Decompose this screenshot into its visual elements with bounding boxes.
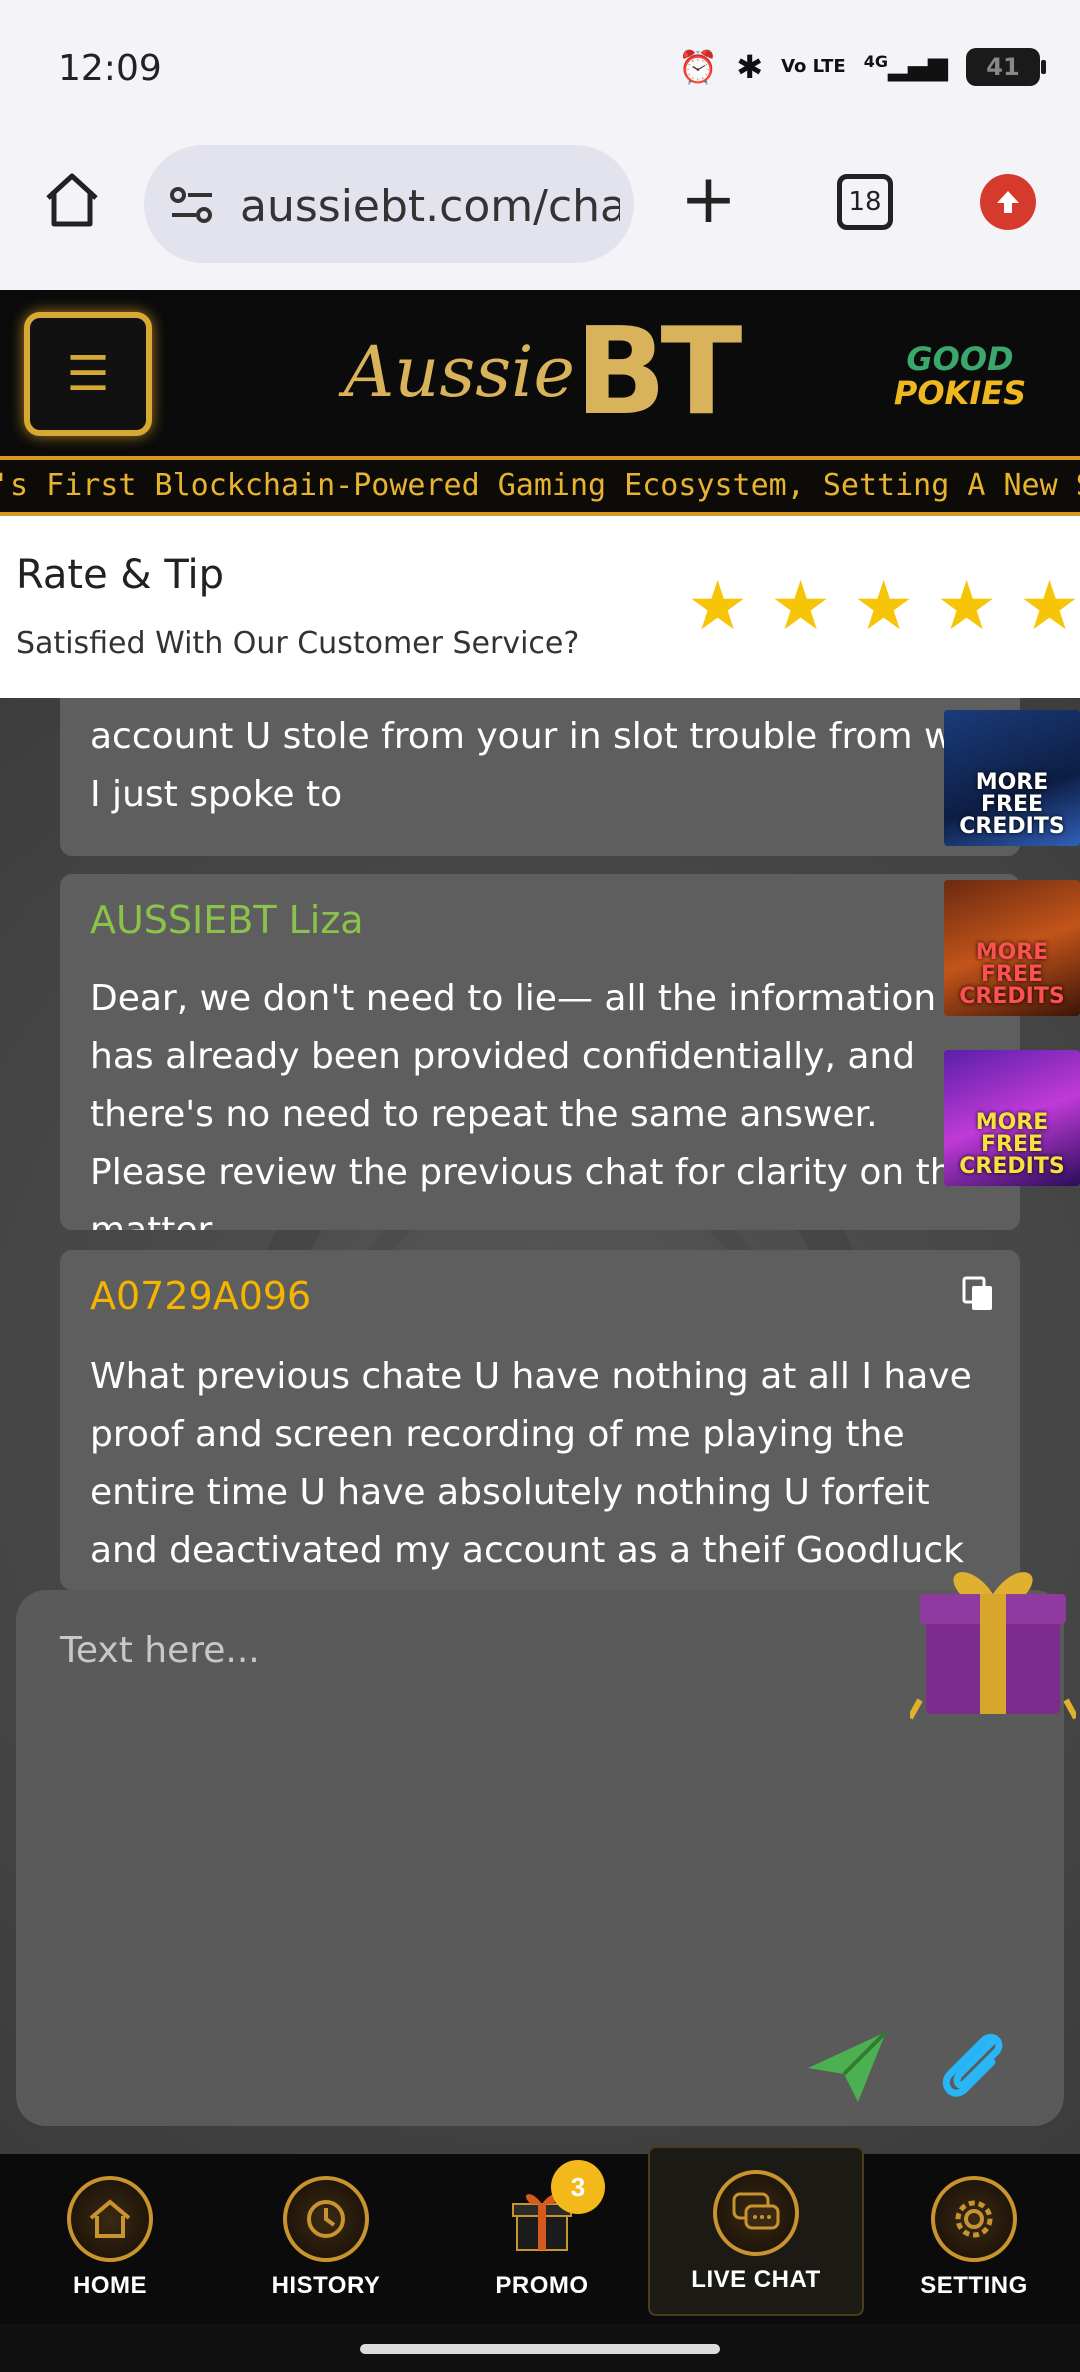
marquee-ticker: 's First Blockchain-Powered Gaming Ecosy… bbox=[0, 456, 1080, 516]
promo-thumbnail[interactable]: MORE FREE CREDITS bbox=[944, 880, 1080, 1016]
volte-icon: Vo LTE bbox=[781, 56, 846, 77]
star-icon[interactable]: ★ bbox=[770, 572, 831, 642]
nav-setting[interactable]: SETTING bbox=[866, 2154, 1080, 2324]
send-icon[interactable] bbox=[806, 2030, 888, 2104]
battery-icon: 41 bbox=[966, 48, 1046, 86]
nav-home[interactable]: HOME bbox=[2, 2154, 218, 2324]
url-text[interactable]: aussiebt.com/chat bbox=[240, 181, 620, 232]
chat-message: A0729A096 What previous chate U have not… bbox=[60, 1250, 1020, 1590]
message-body: Dear, we don't need to lie— all the info… bbox=[90, 978, 981, 1230]
rate-subtitle: Satisfied With Our Customer Service? bbox=[16, 626, 580, 661]
promo-thumbnail[interactable]: MORE FREE CREDITS bbox=[944, 1050, 1080, 1186]
browser-toolbar: aussiebt.com/chat + 18 bbox=[0, 130, 1080, 290]
input-placeholder: Text here... bbox=[60, 1630, 260, 1671]
gift-icon[interactable] bbox=[910, 1550, 1076, 1720]
nav-live-chat[interactable]: LIVE CHAT bbox=[648, 2146, 864, 2316]
promo-label: MORE FREE CREDITS bbox=[959, 770, 1065, 839]
partner-line2: POKIES bbox=[893, 374, 1027, 412]
partner-line1: GOOD bbox=[906, 340, 1014, 378]
promo-badge: 3 bbox=[551, 2160, 605, 2214]
star-rating[interactable]: ★ ★ ★ ★ ★ bbox=[687, 572, 1080, 642]
message-sender: A0729A096 bbox=[90, 1274, 312, 1318]
nav-promo-label: PROMO bbox=[495, 2272, 589, 2299]
nav-history-label: HISTORY bbox=[271, 2272, 381, 2299]
update-button[interactable] bbox=[980, 174, 1036, 230]
message-body: What previous chate U have nothing at al… bbox=[90, 1356, 972, 1590]
chat-message: account U stole from your in slot troubl… bbox=[60, 698, 1020, 856]
good-pokies-logo[interactable]: GOOD POKIES bbox=[870, 326, 1050, 426]
copy-icon[interactable] bbox=[962, 1276, 994, 1312]
promo-thumbnails: MORE FREE CREDITS MORE FREE CREDITS MORE… bbox=[944, 710, 1080, 1220]
ticker-text: 's First Blockchain-Powered Gaming Ecosy… bbox=[0, 468, 1080, 503]
rate-title: Rate & Tip bbox=[16, 552, 225, 598]
nav-home-label: HOME bbox=[73, 2272, 147, 2299]
bottom-navigation: HOME HISTORY 3 PROMO LIVE CHAT SETTING bbox=[0, 2146, 1080, 2324]
promo-label: MORE FREE CREDITS bbox=[959, 1110, 1065, 1179]
aussiebt-logo[interactable]: Aussie BT bbox=[344, 302, 743, 442]
nav-promo[interactable]: 3 PROMO bbox=[434, 2154, 650, 2324]
arrow-up-icon bbox=[997, 191, 1019, 213]
gift-box-icon: 3 bbox=[499, 2160, 605, 2262]
star-icon[interactable]: ★ bbox=[853, 572, 914, 642]
menu-button[interactable]: ☰ bbox=[24, 312, 152, 436]
clock-icon bbox=[283, 2176, 369, 2262]
star-icon[interactable]: ★ bbox=[1019, 572, 1080, 642]
message-sender: AUSSIEBT Liza bbox=[90, 898, 364, 942]
status-time: 12:09 bbox=[58, 48, 162, 89]
address-bar[interactable]: aussiebt.com/chat bbox=[144, 145, 634, 263]
status-icons: ⏰ ✱ Vo LTE 4G▂▄▆ 41 bbox=[678, 48, 1046, 86]
gesture-bar bbox=[0, 2324, 1080, 2372]
site-header: ☰ Aussie BT GOOD POKIES bbox=[0, 290, 1080, 456]
logo-script: Aussie bbox=[343, 331, 575, 413]
nav-live-chat-label: LIVE CHAT bbox=[691, 2266, 821, 2293]
promo-label: MORE FREE CREDITS bbox=[959, 940, 1065, 1009]
nav-setting-label: SETTING bbox=[920, 2272, 1028, 2299]
gear-icon bbox=[931, 2176, 1017, 2262]
signal-icon: 4G▂▄▆ bbox=[863, 52, 948, 82]
house-icon bbox=[67, 2176, 153, 2262]
rate-tip-panel: Rate & Tip Satisfied With Our Customer S… bbox=[0, 516, 1080, 698]
chat-bubble-icon bbox=[713, 2170, 799, 2256]
nav-history[interactable]: HISTORY bbox=[218, 2154, 434, 2324]
star-icon[interactable]: ★ bbox=[936, 572, 997, 642]
chat-message: AUSSIEBT Liza Dear, we don't need to lie… bbox=[60, 874, 1020, 1230]
star-icon[interactable]: ★ bbox=[687, 572, 748, 642]
site-settings-icon[interactable] bbox=[168, 185, 216, 225]
alarm-icon: ⏰ bbox=[678, 48, 719, 86]
status-bar: 12:09 ⏰ ✱ Vo LTE 4G▂▄▆ 41 bbox=[0, 0, 1080, 130]
attach-icon[interactable] bbox=[936, 2026, 1008, 2106]
message-input[interactable]: Text here... bbox=[16, 1590, 1064, 2126]
battery-level: 41 bbox=[986, 53, 1020, 81]
logo-bt: BT bbox=[574, 302, 742, 442]
new-tab-button[interactable]: + bbox=[680, 166, 737, 234]
message-body: account U stole from your in slot troubl… bbox=[90, 716, 999, 815]
network-type: 4G bbox=[863, 52, 888, 71]
hamburger-icon: ☰ bbox=[66, 346, 110, 402]
home-indicator[interactable] bbox=[360, 2344, 720, 2354]
bluetooth-icon: ✱ bbox=[736, 48, 764, 86]
promo-thumbnail[interactable]: MORE FREE CREDITS bbox=[944, 710, 1080, 846]
tab-switcher-button[interactable]: 18 bbox=[837, 174, 893, 230]
home-icon[interactable] bbox=[40, 168, 104, 232]
